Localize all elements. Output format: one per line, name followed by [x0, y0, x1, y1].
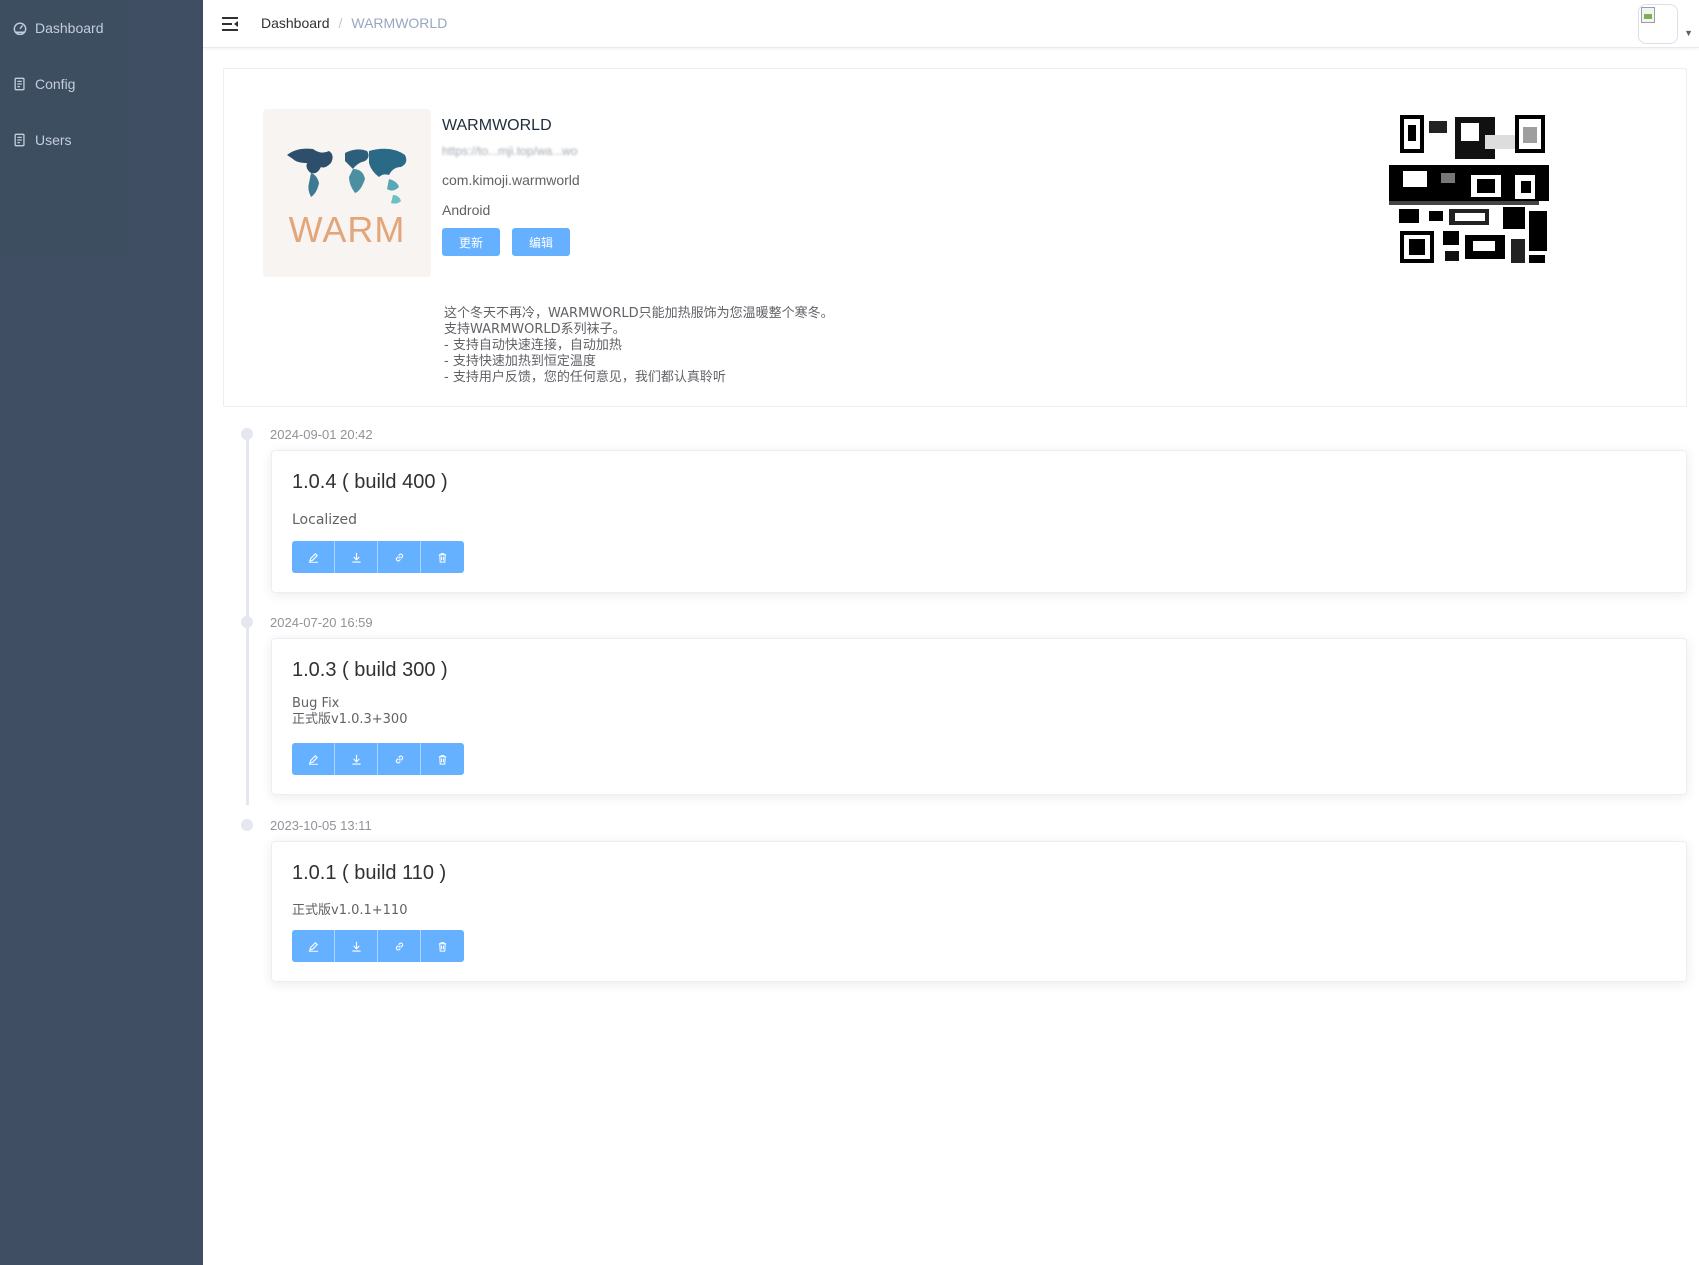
- download-release-button[interactable]: [335, 541, 378, 573]
- sidebar-item-label: Config: [35, 76, 76, 92]
- app-name: WARMWORLD: [442, 117, 552, 134]
- download-release-button[interactable]: [335, 743, 378, 775]
- edit-icon: [308, 941, 318, 952]
- copy-link-button[interactable]: [378, 541, 421, 573]
- update-button[interactable]: 更新: [442, 228, 501, 256]
- release-card: 1.0.4 ( build 400 ) Localized: [271, 450, 1687, 593]
- avatar[interactable]: [1638, 4, 1679, 44]
- app-details: WARMWORLD https://to...mji.top/wa...wo c…: [442, 117, 648, 256]
- document-icon: [13, 133, 27, 147]
- breadcrumb-separator: /: [338, 15, 343, 31]
- sidebar-item-config[interactable]: Config: [0, 56, 203, 112]
- link-icon: [395, 553, 403, 561]
- navbar: Dashboard / WARMWORLD ▼: [203, 0, 1699, 48]
- app-download-url[interactable]: https://to...mji.top/wa...wo: [442, 144, 648, 162]
- release-action-group: [292, 743, 464, 775]
- breadcrumb: Dashboard / WARMWORLD: [261, 15, 447, 31]
- edit-icon: [308, 754, 318, 765]
- release-time: 2023-10-05 13:11: [270, 818, 372, 833]
- qr-code-image: [1389, 115, 1549, 263]
- user-menu[interactable]: ▼: [1638, 4, 1693, 44]
- app-icon: WARM: [263, 109, 431, 277]
- delete-release-button[interactable]: [421, 743, 464, 775]
- timeline-dot: [241, 616, 253, 628]
- release-card: 1.0.3 ( build 300 ) Bug Fix 正式版v1.0.3+30…: [271, 638, 1687, 795]
- broken-image-icon: [1641, 7, 1656, 23]
- release-notes: 正式版v1.0.1+110: [292, 903, 408, 918]
- release-title: 1.0.1 ( build 110 ): [292, 862, 447, 884]
- caret-down-icon: ▼: [1684, 28, 1693, 38]
- app-platform: Android: [442, 202, 491, 218]
- timeline-dot: [241, 819, 253, 831]
- download-icon: [351, 754, 361, 765]
- timeline-dot: [241, 428, 253, 440]
- app-actions: 更新 编辑: [442, 228, 648, 256]
- sidebar-item-label: Dashboard: [35, 20, 104, 36]
- edit-release-button[interactable]: [292, 930, 335, 962]
- delete-icon: [438, 552, 447, 563]
- edit-button[interactable]: 编辑: [512, 228, 571, 256]
- release-card: 1.0.1 ( build 110 ) 正式版v1.0.1+110: [271, 841, 1687, 982]
- edit-release-button[interactable]: [292, 541, 335, 573]
- download-icon: [351, 552, 361, 563]
- world-map-icon: [287, 148, 407, 204]
- release-time: 2024-07-20 16:59: [270, 615, 373, 630]
- download-icon: [351, 941, 361, 952]
- breadcrumb-current: WARMWORLD: [351, 15, 448, 31]
- edit-icon: [308, 552, 318, 563]
- release-notes: Localized: [292, 512, 358, 528]
- copy-link-button[interactable]: [378, 743, 421, 775]
- sidebar: Dashboard Config Users: [0, 0, 203, 1265]
- download-release-button[interactable]: [335, 930, 378, 962]
- release-title: 1.0.4 ( build 400 ): [292, 471, 448, 493]
- link-icon: [395, 942, 403, 950]
- release-notes: Bug Fix 正式版v1.0.3+300: [292, 696, 408, 727]
- breadcrumb-dashboard-link[interactable]: Dashboard: [261, 15, 330, 31]
- release-title: 1.0.3 ( build 300 ): [292, 659, 448, 681]
- sidebar-item-users[interactable]: Users: [0, 112, 203, 168]
- release-time: 2024-09-01 20:42: [270, 427, 373, 442]
- link-icon: [395, 755, 403, 763]
- delete-release-button[interactable]: [421, 541, 464, 573]
- release-action-group: [292, 541, 464, 573]
- edit-release-button[interactable]: [292, 743, 335, 775]
- app-bundle-id: com.kimoji.warmworld: [442, 172, 580, 188]
- release-action-group: [292, 930, 464, 962]
- delete-icon: [438, 754, 447, 765]
- dashboard-icon: [13, 21, 27, 35]
- sidebar-item-dashboard[interactable]: Dashboard: [0, 0, 203, 56]
- app-description: 这个冬天不再冷，WARMWORLD只能加热服饰为您温暖整个寒冬。 支持WARMW…: [444, 306, 834, 385]
- app-info-card: WARM WARMWORLD https://to...mji.top/wa..…: [223, 68, 1687, 407]
- copy-link-button[interactable]: [378, 930, 421, 962]
- document-icon: [13, 77, 27, 91]
- delete-icon: [438, 941, 447, 952]
- hamburger-menu-icon[interactable]: [220, 14, 240, 34]
- delete-release-button[interactable]: [421, 930, 464, 962]
- sidebar-item-label: Users: [35, 132, 72, 148]
- app-icon-text: WARM: [288, 209, 406, 250]
